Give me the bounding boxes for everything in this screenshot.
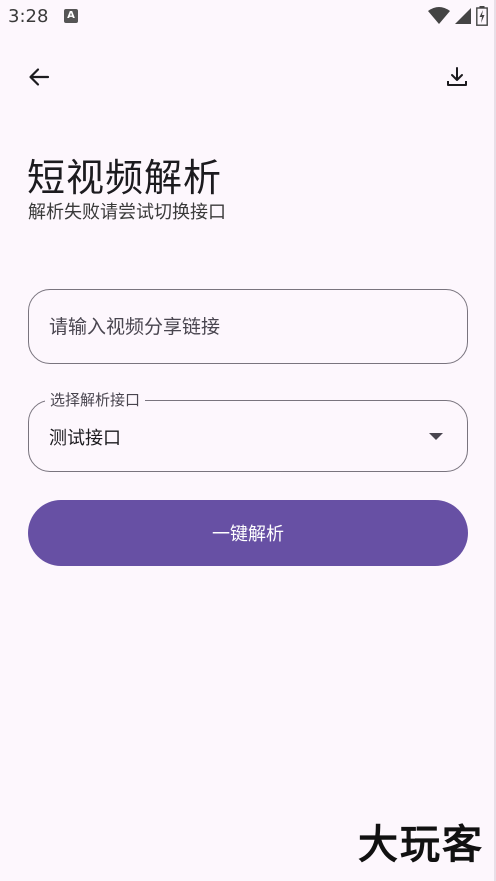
- status-time: 3:28: [8, 6, 49, 27]
- notification-icon: A: [64, 9, 78, 23]
- interface-select-value: 测试接口: [49, 428, 121, 449]
- page-title: 短视频解析: [27, 156, 223, 200]
- watermark-logo: 大玩客: [358, 822, 484, 868]
- download-button[interactable]: [440, 60, 474, 94]
- back-button[interactable]: [22, 60, 56, 94]
- arrow-left-icon: [29, 68, 50, 86]
- parse-button[interactable]: 一键解析: [28, 500, 468, 566]
- video-link-input[interactable]: [49, 290, 449, 363]
- interface-select[interactable]: 选择解析接口 测试接口: [28, 390, 468, 472]
- app-screen: 3:28 A 短视频解析 解析失败请尝试切换接口 请输入视频分享链接 选择解析接…: [0, 0, 496, 881]
- dropdown-arrow-icon[interactable]: [429, 433, 443, 440]
- wifi-icon: [428, 7, 450, 24]
- signal-icon: [455, 8, 471, 24]
- download-icon: [447, 67, 467, 86]
- status-bar: 3:28 A: [0, 0, 496, 34]
- status-icons: [428, 6, 488, 26]
- page-subtitle: 解析失败请尝试切换接口: [28, 202, 226, 223]
- battery-icon: [476, 6, 488, 26]
- link-input-container[interactable]: [28, 289, 468, 364]
- interface-select-label: 选择解析接口: [45, 390, 146, 410]
